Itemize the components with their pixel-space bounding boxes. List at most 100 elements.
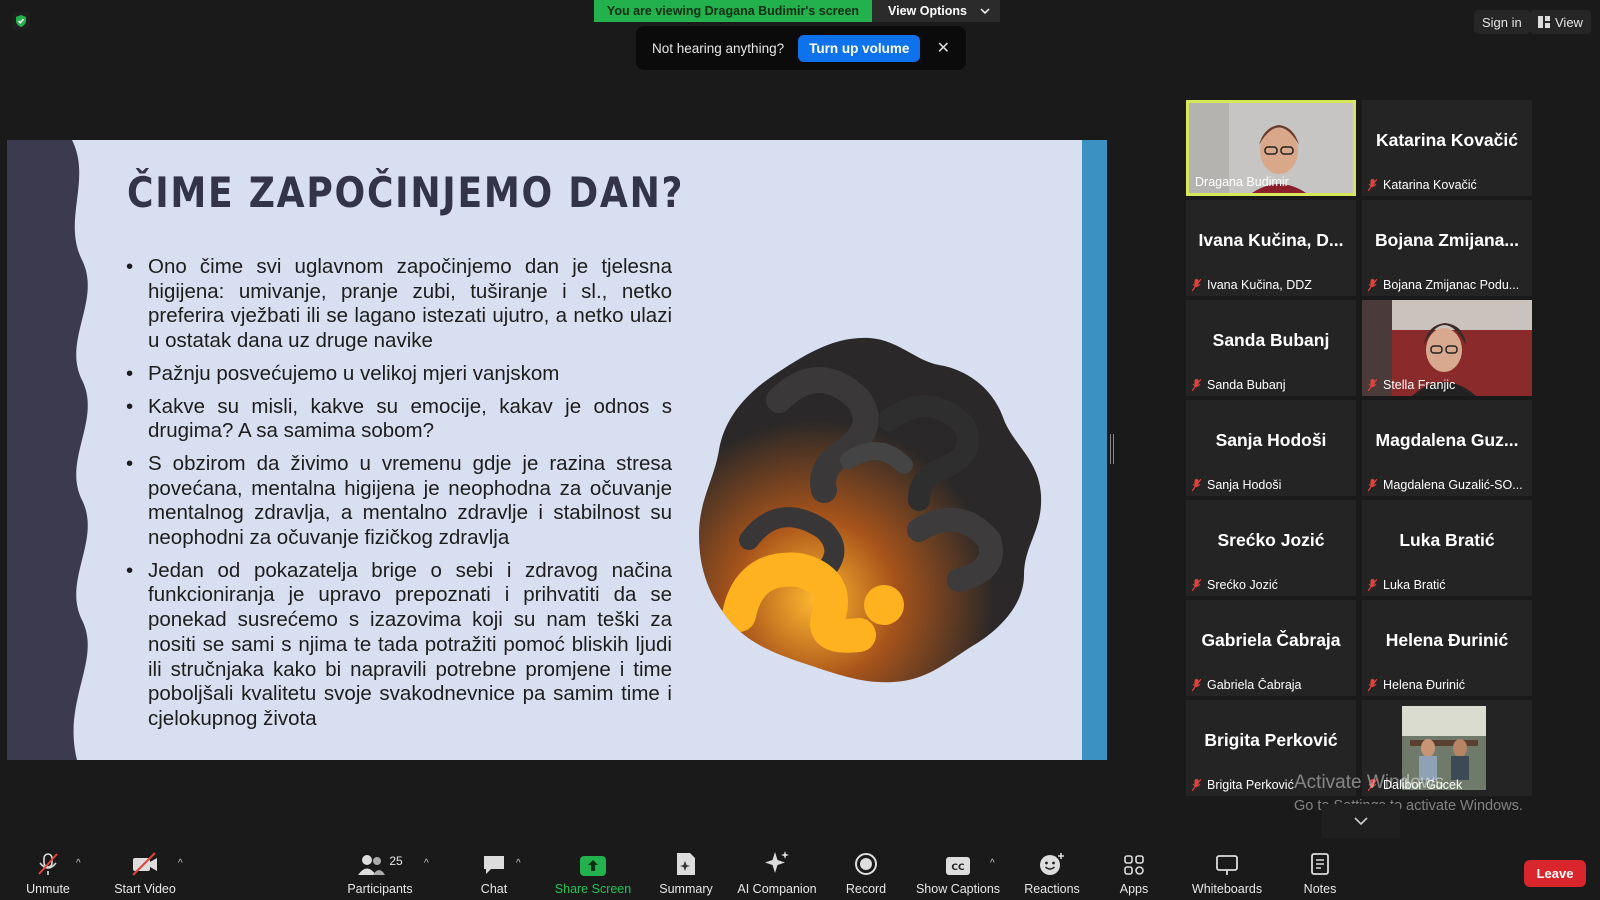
view-options-button[interactable]: View Options (872, 0, 1000, 22)
record-button[interactable]: Record (840, 846, 892, 900)
show-captions-label: Show Captions (915, 882, 1001, 896)
participant-display-name: Ivana Kučina, D... (1198, 230, 1344, 250)
chevron-down-icon (980, 8, 990, 14)
chat-icon (484, 856, 504, 874)
participants-count: 25 (389, 854, 403, 868)
audio-options-caret[interactable]: ^ (76, 858, 81, 869)
participant-display-name: Gabriela Čabraja (1201, 630, 1341, 650)
whiteboards-label: Whiteboards (1191, 882, 1263, 896)
muted-mic-icon (1368, 279, 1377, 291)
gallery-scroll-down-button[interactable] (1322, 804, 1400, 838)
participant-name: Gabriela Čabraja (1192, 678, 1302, 692)
video-off-icon (132, 852, 157, 876)
participant-name: Srećko Jozić (1192, 578, 1278, 592)
question-marks-image (699, 337, 1042, 683)
muted-mic-icon (1368, 179, 1377, 191)
participant-tile[interactable]: Ivana Kučina, D... Ivana Kučina, DDZ (1186, 200, 1356, 296)
muted-mic-icon (1192, 279, 1201, 291)
ai-sparkle-icon (765, 851, 789, 873)
participant-tile[interactable]: Srećko Jozić Srećko Jozić (1186, 500, 1356, 596)
participant-name: Dragana Budimir (1195, 175, 1289, 189)
reactions-button[interactable]: Reactions (1020, 846, 1084, 900)
unmute-label: Unmute (26, 882, 70, 896)
participants-button[interactable]: 25 Participants (344, 846, 416, 900)
reactions-label: Reactions (1024, 882, 1080, 896)
ai-companion-label: AI Companion (737, 882, 817, 896)
unmute-button[interactable]: Unmute (22, 846, 74, 900)
muted-mic-icon (1192, 379, 1201, 391)
slide-wave-band (7, 140, 88, 760)
notes-button[interactable]: Notes (1296, 846, 1344, 900)
participant-display-name: Luka Bratić (1399, 530, 1495, 550)
participant-name: Stella Franjic (1368, 378, 1455, 392)
participant-tile[interactable]: Katarina Kovačić Katarina Kovačić (1362, 100, 1532, 196)
participant-tile[interactable]: Dragana Budimir (1186, 100, 1356, 196)
sign-in-button[interactable]: Sign in (1474, 10, 1530, 34)
muted-mic-icon (1368, 379, 1377, 391)
notes-icon (1311, 853, 1329, 875)
participant-display-name: Bojana Zmijana... (1375, 230, 1519, 250)
participant-tile[interactable]: Bojana Zmijana... Bojana Zmijanac Podu..… (1362, 200, 1532, 296)
whiteboards-button[interactable]: Whiteboards (1186, 846, 1268, 900)
participant-name: Bojana Zmijanac Podu... (1368, 278, 1519, 292)
start-video-label: Start Video (114, 882, 176, 896)
participant-tile[interactable]: Sanja Hodoši Sanja Hodoši (1186, 400, 1356, 496)
participant-name: Luka Bratić (1368, 578, 1446, 592)
share-screen-label: Share Screen (554, 882, 632, 896)
video-options-caret[interactable]: ^ (178, 858, 183, 869)
participant-display-name: Srećko Jozić (1217, 530, 1325, 550)
record-label: Record (845, 882, 887, 896)
audio-notification-text: Not hearing anything? (652, 40, 785, 56)
security-shield-icon[interactable] (12, 12, 30, 30)
participant-display-name: Katarina Kovačić (1375, 130, 1518, 150)
shared-screen-slide: ČIME ZAPOČINJEMO DAN? Ono čime svi uglav… (7, 140, 1107, 760)
participant-tile[interactable]: Helena Đurinić Helena Đurinić (1362, 600, 1532, 696)
notes-label: Notes (1303, 882, 1337, 896)
viewing-screen-banner: You are viewing Dragana Budimir's screen (594, 0, 872, 22)
whiteboard-icon (1216, 855, 1238, 875)
muted-mic-icon (1192, 779, 1201, 791)
participant-tile[interactable]: Magdalena Guz... Magdalena Guzalić-SO... (1362, 400, 1532, 496)
meeting-toolbar: Unmute ^ Start Video ^ 25 Participants ^… (0, 846, 1600, 900)
muted-mic-icon (1192, 679, 1201, 691)
show-captions-button[interactable]: CC Show Captions (912, 846, 1004, 900)
participant-tile[interactable]: Sanda Bubanj Sanda Bubanj (1186, 300, 1356, 396)
muted-mic-icon (1192, 579, 1201, 591)
summary-button[interactable]: Summary (656, 846, 716, 900)
slide-title: ČIME ZAPOČINJEMO DAN? (127, 168, 685, 217)
record-icon (855, 853, 877, 875)
view-layout-button[interactable]: View (1530, 10, 1591, 34)
participant-name: Brigita Perković (1192, 778, 1294, 792)
muted-mic-icon (1368, 479, 1377, 491)
summary-icon (677, 853, 695, 875)
chat-button[interactable]: Chat (464, 846, 524, 900)
turn-up-volume-button[interactable]: Turn up volume (798, 34, 921, 62)
participant-name: Katarina Kovačić (1368, 178, 1477, 192)
participants-icon (358, 855, 386, 875)
slide-side-band (1082, 140, 1107, 760)
chat-options-caret[interactable]: ^ (516, 858, 521, 869)
slide-bullet: Pažnju posvećujemo u velikoj mjeri vanjs… (126, 362, 672, 387)
leave-button[interactable]: Leave (1524, 860, 1586, 887)
slide-bullet: S obzirom da živimo u vremenu gdje je ra… (126, 452, 672, 551)
captions-icon: CC (946, 857, 970, 875)
close-icon[interactable]: ✕ (937, 38, 950, 58)
slide-bullet: Kakve su misli, kakve su emocije, kakav … (126, 395, 672, 444)
participant-name: Helena Đurinić (1368, 678, 1465, 692)
slide-bullet-list: Ono čime svi uglavnom započinjemo dan je… (126, 255, 672, 740)
ai-companion-button[interactable]: AI Companion (734, 846, 820, 900)
participants-options-caret[interactable]: ^ (424, 858, 429, 869)
grid-layout-icon (1538, 16, 1550, 28)
start-video-button[interactable]: Start Video (110, 846, 180, 900)
captions-options-caret[interactable]: ^ (990, 858, 995, 869)
participant-tile[interactable]: Stella Franjic (1362, 300, 1532, 396)
share-screen-button[interactable]: Share Screen (552, 846, 634, 900)
participant-tile[interactable]: Luka Bratić Luka Bratić (1362, 500, 1532, 596)
muted-mic-icon (38, 853, 58, 875)
slide-bullet: Ono čime svi uglavnom započinjemo dan je… (126, 255, 672, 354)
participant-tile[interactable]: Gabriela Čabraja Gabriela Čabraja (1186, 600, 1356, 696)
resize-handle[interactable] (1110, 434, 1114, 464)
participants-label: Participants (347, 882, 413, 896)
apps-button[interactable]: Apps (1112, 846, 1156, 900)
participant-name: Sanda Bubanj (1192, 378, 1286, 392)
